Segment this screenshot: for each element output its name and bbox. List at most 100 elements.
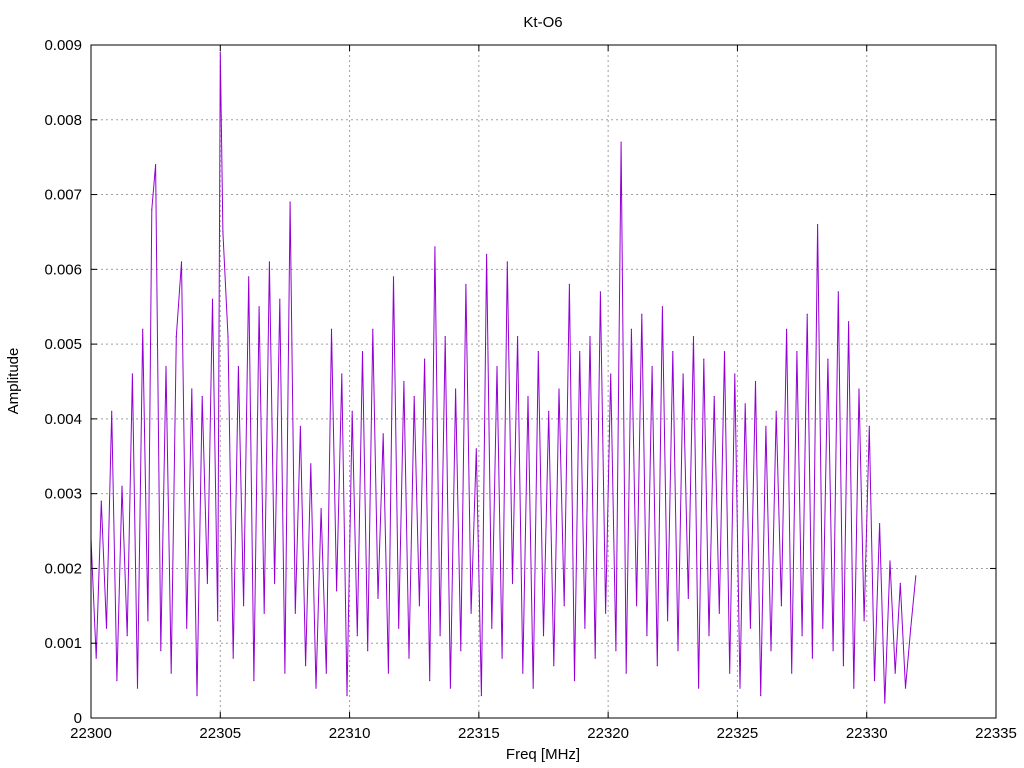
x-axis-label: Freq [MHz] xyxy=(506,746,580,763)
data-point xyxy=(765,425,767,427)
data-point xyxy=(786,328,788,330)
data-point xyxy=(584,627,586,629)
data-point xyxy=(465,283,467,285)
data-point xyxy=(548,410,550,412)
data-point xyxy=(299,425,301,427)
data-point xyxy=(879,523,881,525)
data-point xyxy=(703,358,705,360)
data-point xyxy=(527,395,529,398)
data-point xyxy=(754,380,757,383)
y-axis-label: Amplitude xyxy=(5,348,22,415)
data-point xyxy=(615,650,617,652)
chart-title: Kt-O6 xyxy=(523,14,562,31)
data-point xyxy=(95,657,97,659)
data-point xyxy=(175,336,177,338)
data-point xyxy=(211,298,214,300)
y-tick-label: 0.003 xyxy=(44,486,82,503)
data-point xyxy=(325,672,327,674)
data-point xyxy=(155,164,157,166)
data-point xyxy=(791,672,793,674)
data-point xyxy=(217,620,219,622)
data-point xyxy=(403,380,405,383)
data-point xyxy=(336,590,338,592)
data-point xyxy=(186,627,188,629)
data-point xyxy=(413,395,415,398)
data-point xyxy=(506,261,508,263)
data-point xyxy=(382,433,384,435)
data-point xyxy=(486,253,488,255)
data-point xyxy=(868,425,870,427)
y-tick-label: 0.001 xyxy=(44,635,82,652)
data-point xyxy=(770,650,772,652)
data-point xyxy=(734,373,736,375)
data-point xyxy=(723,351,726,353)
data-point xyxy=(687,597,689,600)
data-point xyxy=(884,702,886,704)
data-point xyxy=(822,627,824,629)
data-point xyxy=(126,635,128,637)
data-point xyxy=(206,582,208,585)
data-point xyxy=(191,388,193,390)
data-point xyxy=(170,672,172,674)
x-tick-label: 22330 xyxy=(846,725,888,742)
data-point xyxy=(408,657,410,659)
data-point xyxy=(775,410,777,412)
data-point xyxy=(610,373,612,375)
y-tick-label: 0.004 xyxy=(44,411,82,428)
data-point xyxy=(842,665,845,667)
data-point xyxy=(832,650,834,652)
x-tick-label: 22310 xyxy=(329,725,371,742)
data-point xyxy=(739,687,741,689)
data-point xyxy=(147,620,149,622)
data-point xyxy=(661,306,664,308)
data-point xyxy=(698,687,700,689)
data-point xyxy=(424,358,426,360)
data-point xyxy=(579,351,581,353)
data-point xyxy=(116,680,118,682)
data-point xyxy=(361,351,364,353)
data-point xyxy=(496,365,498,368)
data-point xyxy=(136,687,139,689)
y-tick-label: 0 xyxy=(74,710,82,727)
data-point xyxy=(646,635,648,637)
data-point xyxy=(392,276,395,278)
data-point xyxy=(553,665,555,667)
data-point xyxy=(573,680,576,682)
data-point xyxy=(894,672,896,674)
data-point xyxy=(692,336,695,338)
data-point xyxy=(899,582,901,585)
data-point xyxy=(718,612,720,614)
data-point xyxy=(279,298,281,300)
data-point xyxy=(480,695,482,697)
data-point xyxy=(377,597,379,600)
data-point xyxy=(439,635,441,637)
y-tick-label: 0.009 xyxy=(44,37,82,54)
data-point xyxy=(142,328,144,330)
data-point xyxy=(491,627,493,629)
data-point xyxy=(320,508,322,510)
data-point xyxy=(253,680,255,682)
data-point xyxy=(219,51,221,54)
data-point xyxy=(501,657,503,659)
data-point xyxy=(708,635,710,637)
data-point xyxy=(444,336,446,338)
data-point xyxy=(372,328,374,330)
data-point xyxy=(105,627,108,629)
data-point xyxy=(121,485,123,487)
y-tick-labels: 0 0.001 0.002 0.003 0.004 0.005 0.006 0.007 0.00… xyxy=(44,37,82,727)
data-point xyxy=(853,687,855,689)
data-point xyxy=(641,313,643,315)
x-tick-label: 22315 xyxy=(458,725,500,742)
data-point xyxy=(517,336,519,338)
data-point xyxy=(434,246,436,248)
data-point xyxy=(910,627,912,629)
data-point xyxy=(180,261,183,263)
data-point xyxy=(511,582,514,585)
data-point xyxy=(160,650,162,652)
data-point xyxy=(201,395,203,398)
data-point xyxy=(522,672,524,674)
data-point xyxy=(915,575,917,577)
data-point xyxy=(672,351,674,353)
data-point xyxy=(258,306,260,308)
data-point xyxy=(398,627,400,629)
